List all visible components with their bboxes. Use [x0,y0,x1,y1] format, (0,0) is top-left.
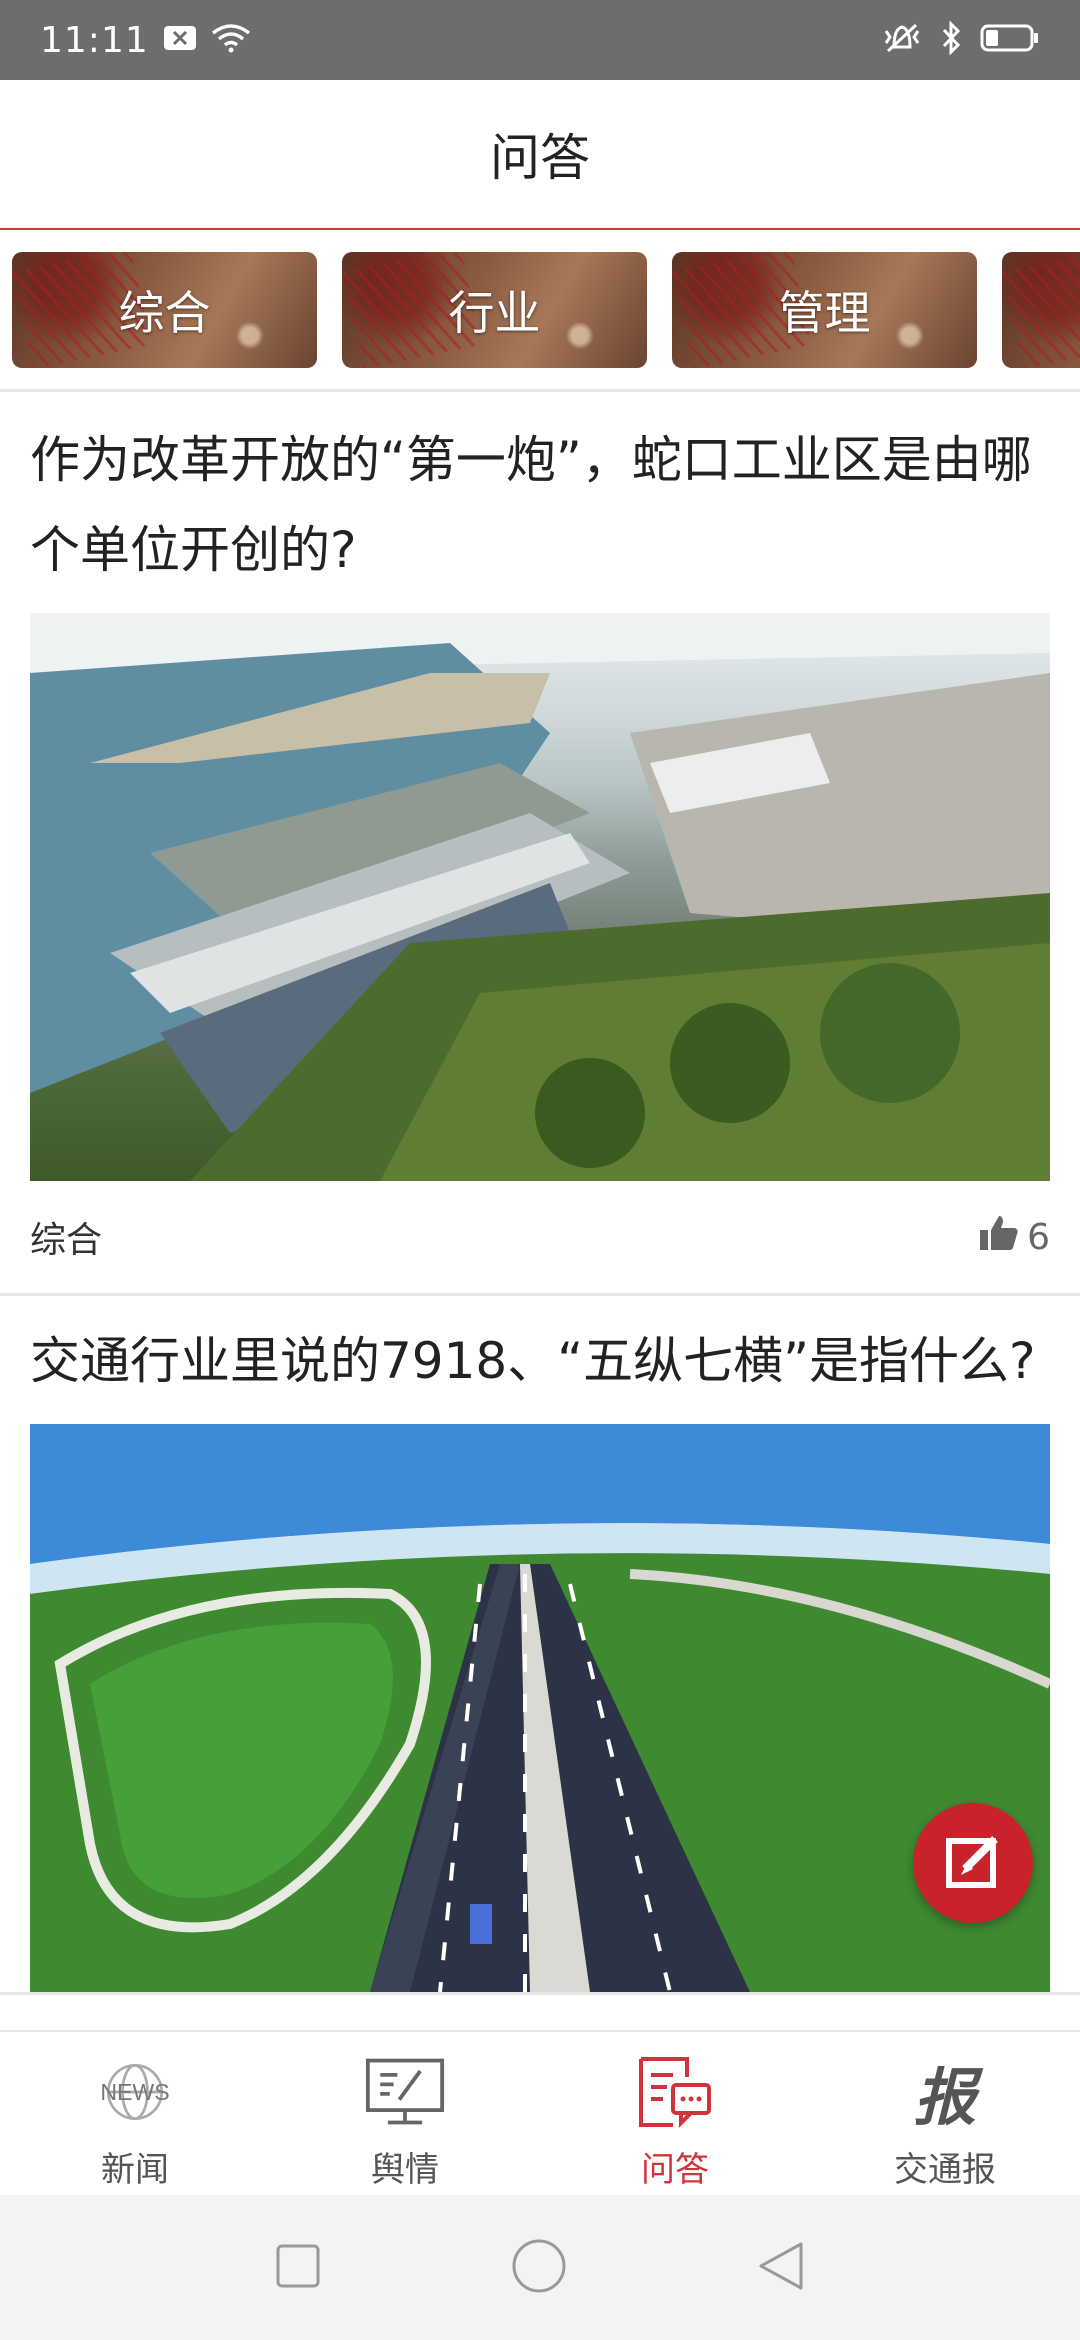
bao-glyph: 报 [913,2061,976,2134]
triangle-back-icon [757,2240,805,2296]
compose-button[interactable] [913,1803,1033,1923]
thumbs-up-icon [979,1214,1019,1261]
category-tab-label: 管理 [778,286,871,340]
like-count: 6 [1027,1216,1050,1258]
newspaper-bao-icon: 报 [905,2054,985,2134]
system-nav-bar [0,2195,1080,2340]
nav-label: 新闻 [101,2150,169,2190]
qa-card-meta: 综合 6 [0,1181,1080,1293]
edit-icon [941,1829,1005,1897]
nav-item-news[interactable]: NEWS 新闻 [0,2032,270,2195]
qa-feed: 作为改革开放的“第一炮”，蛇口工业区是由哪个单位开创的? 综合 6 交通行业里说… [0,395,1080,2030]
back-button[interactable] [757,2240,805,2296]
category-tab-industry[interactable]: 行业 [342,252,647,368]
qa-card-image [30,613,1050,1181]
nav-item-transport-newspaper[interactable]: 报 交通报 [810,2032,1080,2195]
bottom-nav: NEWS 新闻 舆情 问答 报 交通报 [0,2030,1080,2195]
nav-label: 问答 [641,2150,709,2190]
qa-card-category: 综合 [30,1220,103,1261]
home-button[interactable] [511,2238,567,2298]
category-tab-label: 行业 [448,286,541,340]
status-bar: 11:11 [0,0,1080,80]
vibrate-icon [882,21,922,59]
qa-card[interactable]: 交通行业里说的7918、“五纵七横”是指什么? [0,1296,1080,1995]
page-title: 问答 [490,129,590,187]
nav-item-qa[interactable]: 问答 [540,2032,810,2195]
wifi-icon [211,23,251,57]
battery-icon [980,23,1040,57]
recent-apps-button[interactable] [275,2243,321,2293]
like-button[interactable]: 6 [979,1214,1050,1261]
qa-card-image [30,1424,1050,1992]
qa-card-title: 交通行业里说的7918、“五纵七横”是指什么? [30,1332,1036,1390]
category-tab-more[interactable] [1002,252,1080,368]
category-tab-management[interactable]: 管理 [672,252,977,368]
app-screen: 11:11 问答 综合 行业 管理 作为改革开放的“第一炮”，蛇口工业区是由哪个… [0,0,1080,2340]
category-tab-general[interactable]: 综合 [12,252,317,368]
nav-label: 舆情 [371,2150,439,2190]
status-time: 11:11 [40,19,149,61]
nav-item-public-opinion[interactable]: 舆情 [270,2032,540,2195]
qa-card-title: 作为改革开放的“第一炮”，蛇口工业区是由哪个单位开创的? [30,431,1032,579]
monitor-icon [365,2054,445,2130]
notification-x-icon [163,25,197,55]
qa-card[interactable]: 作为改革开放的“第一炮”，蛇口工业区是由哪个单位开创的? 综合 6 [0,395,1080,1296]
qa-chat-icon [635,2054,715,2130]
category-tab-label: 综合 [118,286,211,340]
news-icon-glyph: NEWS [100,2079,169,2105]
title-bar: 问答 [0,80,1080,230]
news-icon: NEWS [95,2054,175,2130]
square-icon [275,2243,321,2293]
category-tabs: 综合 行业 管理 [0,232,1080,392]
nav-label: 交通报 [894,2150,996,2190]
circle-icon [511,2238,567,2298]
bluetooth-icon [940,20,962,59]
